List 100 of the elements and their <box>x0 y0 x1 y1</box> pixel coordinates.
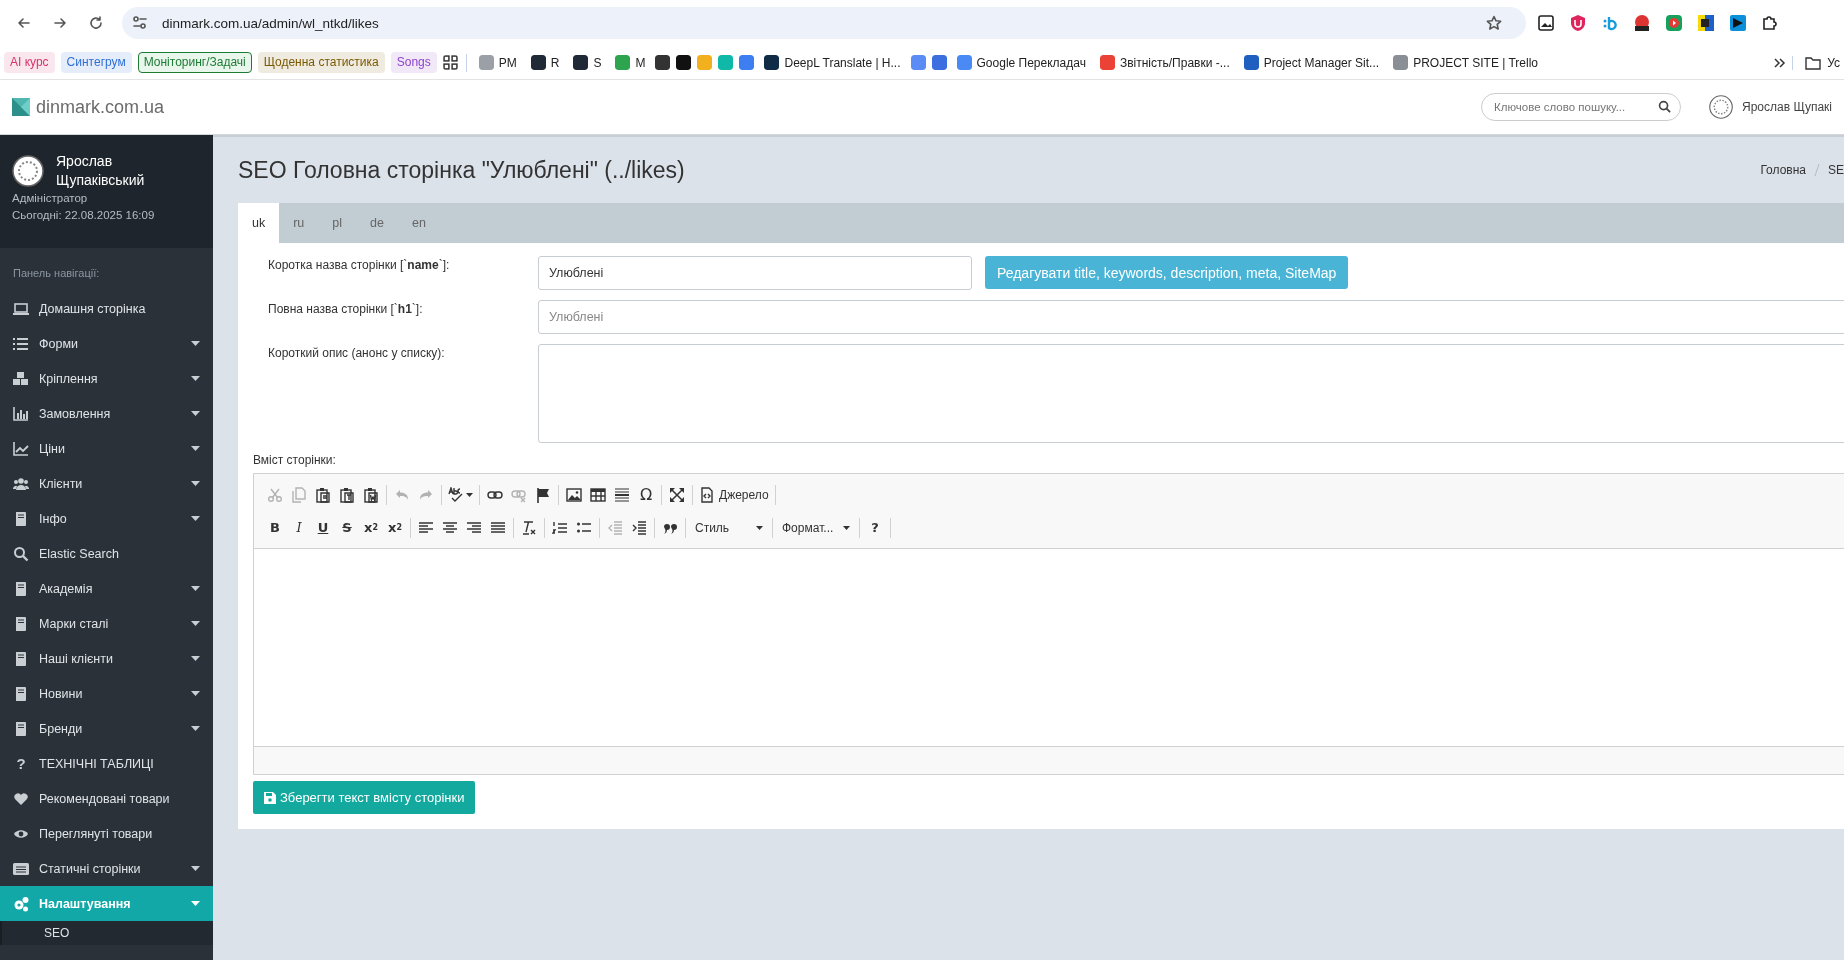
nav-item[interactable]: Форми <box>0 326 213 361</box>
image-icon <box>1536 13 1556 33</box>
format-button[interactable]: x$^{2}$ <box>383 515 407 540</box>
bookmark-link[interactable]: PM <box>474 53 521 72</box>
language-tab[interactable]: ru <box>279 203 319 243</box>
justify-icon <box>490 519 506 536</box>
list-icon <box>13 335 29 352</box>
align-right-icon <box>466 519 482 536</box>
paste-icon <box>315 486 331 503</box>
field-label: Повна назва сторінки [`h1`]: <box>267 301 424 316</box>
text-field[interactable]: Улюблені <box>538 256 972 290</box>
format-button[interactable]: B <box>263 515 287 540</box>
user-name: Ярослав Щупаківський <box>56 152 146 190</box>
bookmark-label: PROJECT SITE | Trello <box>1413 55 1539 70</box>
format-button[interactable]: I <box>287 515 311 540</box>
extensions-icon <box>1760 13 1780 33</box>
bookmark-link[interactable]: Google Перекладач <box>952 53 1090 72</box>
bookmark-link[interactable]: Project Manager Sit... <box>1239 53 1384 72</box>
site-name: dinmark.com.ua <box>36 96 166 118</box>
avatar-icon <box>12 155 44 187</box>
nav-item[interactable]: ? ТЕХНІЧНІ ТАБЛИЦІ <box>0 746 213 781</box>
dropdown[interactable]: Формат... <box>776 516 856 539</box>
source-button[interactable]: Джерело <box>696 482 772 507</box>
apps-grid-icon <box>442 55 458 70</box>
nav-item[interactable]: Інфо <box>0 501 213 536</box>
chevrons-icon <box>1772 55 1787 70</box>
search-icon <box>13 545 29 562</box>
bookmark-chip[interactable]: Щоденна статистика <box>257 52 385 73</box>
logo-icon <box>12 98 30 116</box>
page-title: SEO Головна сторінка "Улюблені" (../likes) <box>238 156 686 184</box>
nav-item[interactable]: Статичні сторінки <box>0 851 213 886</box>
bookmark-folder[interactable]: Ус <box>1792 55 1840 70</box>
nav-item[interactable]: Кріплення <box>0 361 213 396</box>
bookmark-label: Google Перекладач <box>976 55 1086 70</box>
book-icon <box>13 650 29 667</box>
shield-icon <box>1568 13 1588 33</box>
bookmark-chip[interactable]: Синтегрум <box>60 52 132 73</box>
nav-item[interactable]: Домашня сторінка <box>0 291 213 326</box>
nav-item[interactable]: Академія <box>0 571 213 606</box>
heart-icon <box>13 790 29 807</box>
field-label: Вміст сторінки: <box>253 453 337 467</box>
bookmark-link[interactable]: PROJECT SITE | Trello <box>1389 53 1543 72</box>
user-name[interactable]: Ярослав Щупакі <box>1742 100 1832 114</box>
format-button[interactable]: S <box>335 515 359 540</box>
language-tab[interactable]: en <box>397 203 440 243</box>
list-card-icon <box>13 860 29 877</box>
star-icon <box>1486 15 1502 31</box>
image-icon <box>566 486 582 503</box>
nav-item[interactable]: Elastic Search <box>0 536 213 571</box>
bookmark-link[interactable]: R <box>526 53 564 72</box>
url-text: dinmark.com.ua/admin/wl_ntkd/likes <box>162 15 380 31</box>
nav-item[interactable]: Рекомендовані товари <box>0 781 213 816</box>
book-icon <box>13 510 29 527</box>
bookmark-chip[interactable]: AI курс <box>4 52 55 73</box>
format-button[interactable]: Ω <box>634 482 658 507</box>
search-field[interactable]: Ключове слово пошуку... <box>1481 93 1681 121</box>
bookmark-chip[interactable]: Моніторинг/Задачі <box>137 52 252 73</box>
reload-icon <box>88 15 104 31</box>
bookmark-label: PM <box>498 55 517 70</box>
gears-icon <box>13 895 29 912</box>
caret-icon <box>756 525 763 530</box>
address-bar[interactable]: dinmark.com.ua/admin/wl_ntkd/likes <box>122 7 1526 39</box>
book-icon <box>13 685 29 702</box>
language-tab[interactable]: pl <box>318 203 357 243</box>
nav-item[interactable]: Замовлення <box>0 396 213 431</box>
laptop-icon <box>13 300 29 317</box>
bookmark-chip[interactable]: Songs <box>390 52 437 73</box>
bookmark-label: Звітність/Правки -... <box>1119 55 1230 70</box>
format-button[interactable]: ? <box>863 515 887 540</box>
flag-icon <box>535 486 551 503</box>
align-center-icon <box>442 519 458 536</box>
nav-item[interactable]: Бренди <box>0 711 213 746</box>
bookmark-link[interactable]: S <box>569 53 606 72</box>
breadcrumb-link[interactable]: SE <box>1828 163 1844 177</box>
forward-icon <box>52 15 68 31</box>
bookmark-link[interactable]: DeepL Translate | H... <box>760 53 905 72</box>
nav-item[interactable]: Ціни <box>0 431 213 466</box>
dropdown[interactable]: Стиль <box>689 516 769 539</box>
nav-item[interactable]: Наші клієнти <box>0 641 213 676</box>
nav-item[interactable]: Марки сталі <box>0 606 213 641</box>
favicon-icon[interactable] <box>655 55 671 70</box>
format-button[interactable]: U <box>311 515 335 540</box>
cut-icon <box>267 486 283 503</box>
maximize-icon <box>669 486 685 503</box>
nav-item[interactable]: Новини <box>0 676 213 711</box>
nav-item[interactable]: Переглянуті товари <box>0 816 213 851</box>
bookmark-link[interactable]: Звітність/Правки -... <box>1095 53 1234 72</box>
book-icon <box>13 580 29 597</box>
remove-format-icon <box>521 519 537 536</box>
nav-item[interactable]: Клієнти <box>0 466 213 501</box>
align-left-icon <box>418 519 434 536</box>
text-field[interactable]: Улюблені <box>538 300 1844 334</box>
language-tab[interactable]: de <box>356 203 398 243</box>
numbered-list-icon <box>552 519 568 536</box>
breadcrumb-link[interactable]: Головна <box>1760 163 1806 177</box>
nav-subitem[interactable]: SEO <box>0 921 213 945</box>
outdent-icon <box>607 519 623 536</box>
bookmark-link[interactable]: M <box>611 53 650 72</box>
favicon-icon[interactable] <box>676 55 692 70</box>
language-tab[interactable]: uk <box>238 203 280 243</box>
